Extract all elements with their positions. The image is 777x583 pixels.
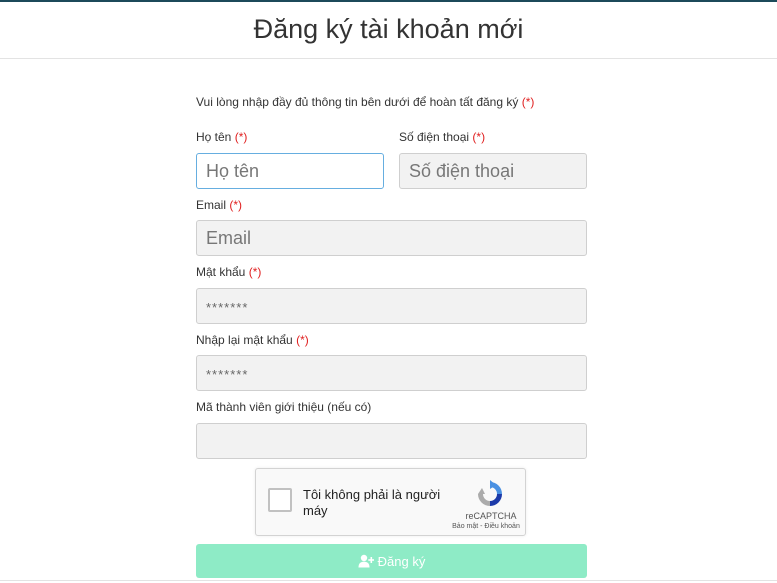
register-button-label: Đăng ký <box>377 553 426 569</box>
divider <box>0 580 777 581</box>
required-mark: (*) <box>248 265 262 279</box>
form-intro: Vui lòng nhập đầy đủ thông tin bên dưới … <box>196 95 534 109</box>
confirm-password-input[interactable] <box>196 355 587 391</box>
referral-label: Mã thành viên giới thiệu (nếu có) <box>196 400 371 414</box>
required-mark: (*) <box>521 95 535 109</box>
referral-code-input[interactable] <box>196 423 587 459</box>
full-name-label-text: Họ tên <box>196 130 232 144</box>
recaptcha-brand: reCAPTCHA <box>465 511 517 521</box>
form-intro-text: Vui lòng nhập đầy đủ thông tin bên dưới … <box>196 95 519 109</box>
referral-label-text: Mã thành viên giới thiệu (nếu có) <box>196 400 372 414</box>
email-input[interactable] <box>196 220 587 256</box>
phone-input[interactable] <box>399 153 587 189</box>
required-mark: (*) <box>229 198 243 212</box>
required-mark: (*) <box>472 130 486 144</box>
recaptcha-text: Tôi không phải là người máy <box>303 487 441 518</box>
full-name-label: Họ tên (*) <box>196 130 247 144</box>
recaptcha-checkbox[interactable] <box>268 488 292 512</box>
page-header: Đăng ký tài khoản mới <box>0 2 777 59</box>
phone-label: Số điện thoại (*) <box>399 130 485 144</box>
password-input[interactable] <box>196 288 587 324</box>
password-label: Mật khẩu (*) <box>196 265 261 279</box>
user-plus-icon <box>358 554 374 568</box>
full-name-input[interactable] <box>196 153 384 189</box>
email-label-text: Email <box>196 198 227 212</box>
register-button[interactable]: Đăng ký <box>196 544 587 578</box>
phone-label-text: Số điện thoại <box>399 130 470 144</box>
required-mark: (*) <box>234 130 248 144</box>
email-label: Email (*) <box>196 198 242 212</box>
required-mark: (*) <box>296 333 309 347</box>
password-label-text: Mật khẩu <box>196 265 246 279</box>
page-title: Đăng ký tài khoản mới <box>253 14 524 44</box>
confirm-password-label-text: Nhập lại mật khẩu <box>196 333 293 347</box>
recaptcha-widget: Tôi không phải là người máy reCAPTCHA Bả… <box>255 468 526 536</box>
recaptcha-logo-icon <box>478 480 502 506</box>
confirm-password-label: Nhập lại mật khẩu (*) <box>196 333 309 347</box>
recaptcha-terms-link[interactable]: Bảo mật - Điều khoản <box>446 523 526 530</box>
